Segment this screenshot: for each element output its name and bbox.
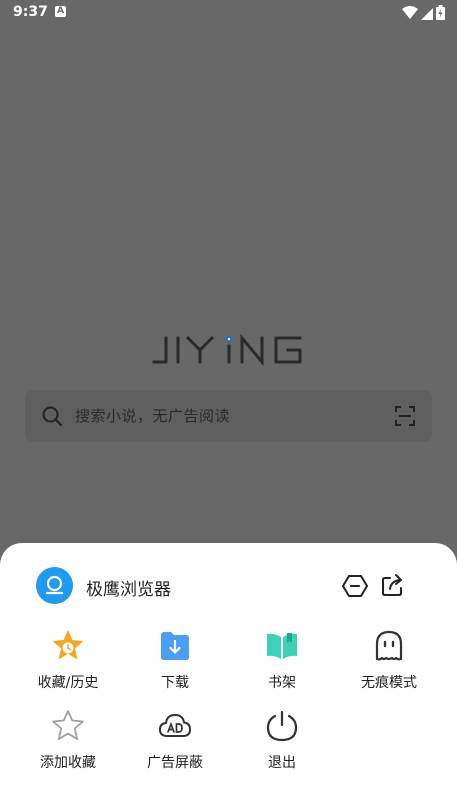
wifi-icon	[402, 5, 418, 19]
menu-item-bookmarks-history[interactable]: 收藏/历史	[11, 629, 125, 699]
menu-item-exit[interactable]: 退出	[225, 709, 339, 779]
menu-label: 添加收藏	[40, 755, 96, 771]
menu-item-add-bookmark[interactable]: 添加收藏	[11, 709, 125, 779]
jiying-logo	[152, 333, 302, 367]
notification-icon: A	[55, 6, 66, 17]
menu-item-ad-block[interactable]: 广告屏蔽	[118, 709, 232, 779]
menu-item-download[interactable]: 下载	[118, 629, 232, 699]
ad-block-icon	[159, 714, 191, 737]
bookmark-history-icon	[52, 630, 84, 660]
menu-label: 广告屏蔽	[147, 755, 203, 771]
share-icon[interactable]	[380, 572, 406, 598]
menu-label: 退出	[268, 755, 296, 771]
hexagon-settings-icon[interactable]	[342, 573, 368, 599]
star-outline-icon	[52, 710, 84, 740]
menu-label: 书架	[268, 675, 296, 691]
bottom-sheet-menu: 极鹰浏览器 收藏/历史 下载 书架 无痕模式 添加收藏 广告屏蔽 退出	[0, 543, 457, 812]
scan-icon[interactable]	[394, 405, 416, 427]
status-time: 9:37	[13, 4, 48, 20]
battery-icon	[436, 5, 445, 20]
user-icon	[45, 575, 64, 595]
search-placeholder: 搜索小说，无广告阅读	[75, 407, 231, 425]
bookshelf-icon	[267, 633, 297, 659]
signal-icon	[421, 7, 433, 20]
app-name: 极鹰浏览器	[86, 580, 171, 600]
menu-label: 下载	[161, 675, 189, 691]
download-icon	[161, 632, 189, 660]
menu-label: 收藏/历史	[37, 675, 99, 691]
status-bar: 9:37 A	[0, 0, 457, 26]
menu-item-incognito[interactable]: 无痕模式	[332, 629, 446, 699]
app-icon	[36, 567, 73, 604]
power-icon	[266, 710, 298, 742]
status-indicators	[402, 5, 445, 20]
search-icon	[42, 406, 62, 426]
menu-label: 无痕模式	[361, 675, 417, 691]
search-bar[interactable]: 搜索小说，无广告阅读	[25, 390, 432, 442]
incognito-icon	[375, 630, 403, 661]
menu-item-bookshelf[interactable]: 书架	[225, 629, 339, 699]
